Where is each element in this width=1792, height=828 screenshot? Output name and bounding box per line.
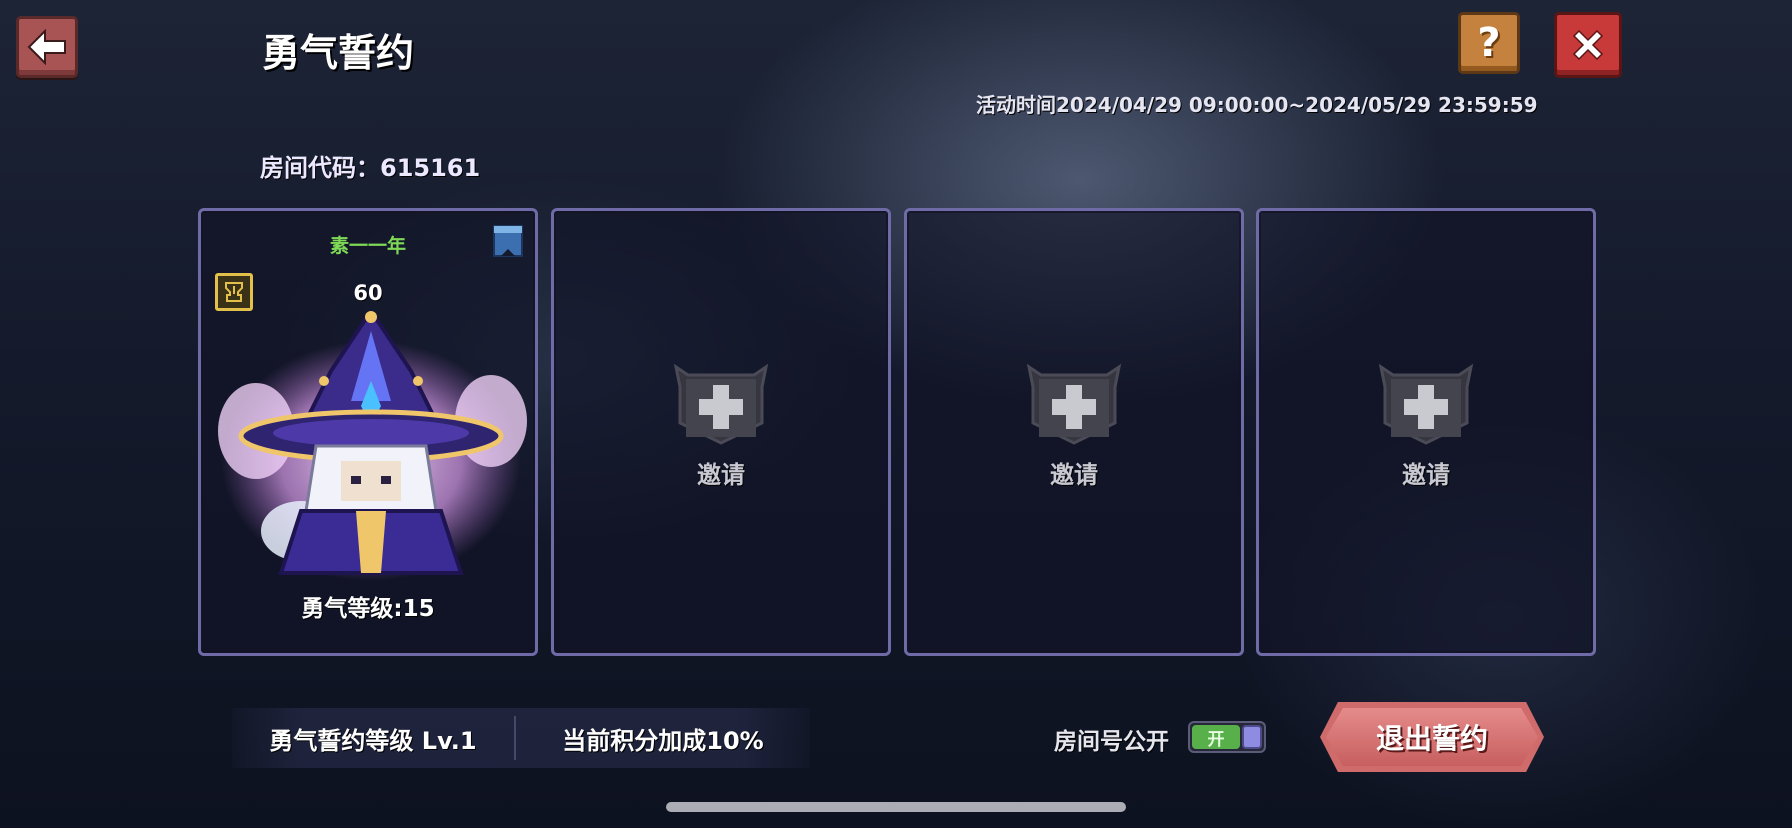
close-button[interactable] [1554,12,1622,78]
room-code: 房间代码：615161 [260,154,481,182]
score-bonus: 当前积分加成10% [562,726,764,755]
oath-level: 勇气誓约等级 Lv.1 [269,726,477,755]
close-x-icon [1572,29,1604,61]
page-title: 勇气誓约 [262,31,415,75]
invite-slot-card[interactable]: 邀请 [551,208,891,656]
courage-level: 勇气等级:15 [301,596,435,622]
player-slot-card[interactable]: 素一一年 60 勇气等级:15 [198,208,538,656]
wizard-avatar [218,311,527,581]
toggle-on-label: 开 [1192,725,1240,750]
exit-oath-label: 退出誓约 [1375,722,1488,755]
toggle-knob[interactable] [1242,725,1262,749]
invite-label: 邀请 [1402,461,1450,489]
oath-info-bar: 勇气誓约等级 Lv.1 当前积分加成10% [232,708,810,768]
room-public-toggle[interactable]: 开 [1188,721,1266,753]
plus-icon [1378,363,1474,445]
arrow-left-icon [27,29,66,65]
player-level: 60 [353,281,383,305]
help-button[interactable]: ? [1458,12,1520,74]
room-public-label: 房间号公开 [1054,729,1169,755]
exit-oath-button[interactable]: 退出誓约 [1320,702,1544,772]
help-icon: ? [1477,20,1501,66]
invite-slot-card[interactable]: 邀请 [1256,208,1596,656]
invite-slot-card[interactable]: 邀请 [904,208,1244,656]
plus-icon [673,363,769,445]
invite-label: 邀请 [1050,461,1098,489]
home-indicator[interactable] [666,802,1126,812]
invite-label: 邀请 [697,461,745,489]
back-button[interactable] [16,16,78,78]
event-time: 活动时间2024/04/29 09:00:00~2024/05/29 23:59… [976,93,1538,117]
plus-icon [1026,363,1122,445]
banner-icon[interactable] [491,223,525,259]
player-name: 素一一年 [329,235,406,257]
